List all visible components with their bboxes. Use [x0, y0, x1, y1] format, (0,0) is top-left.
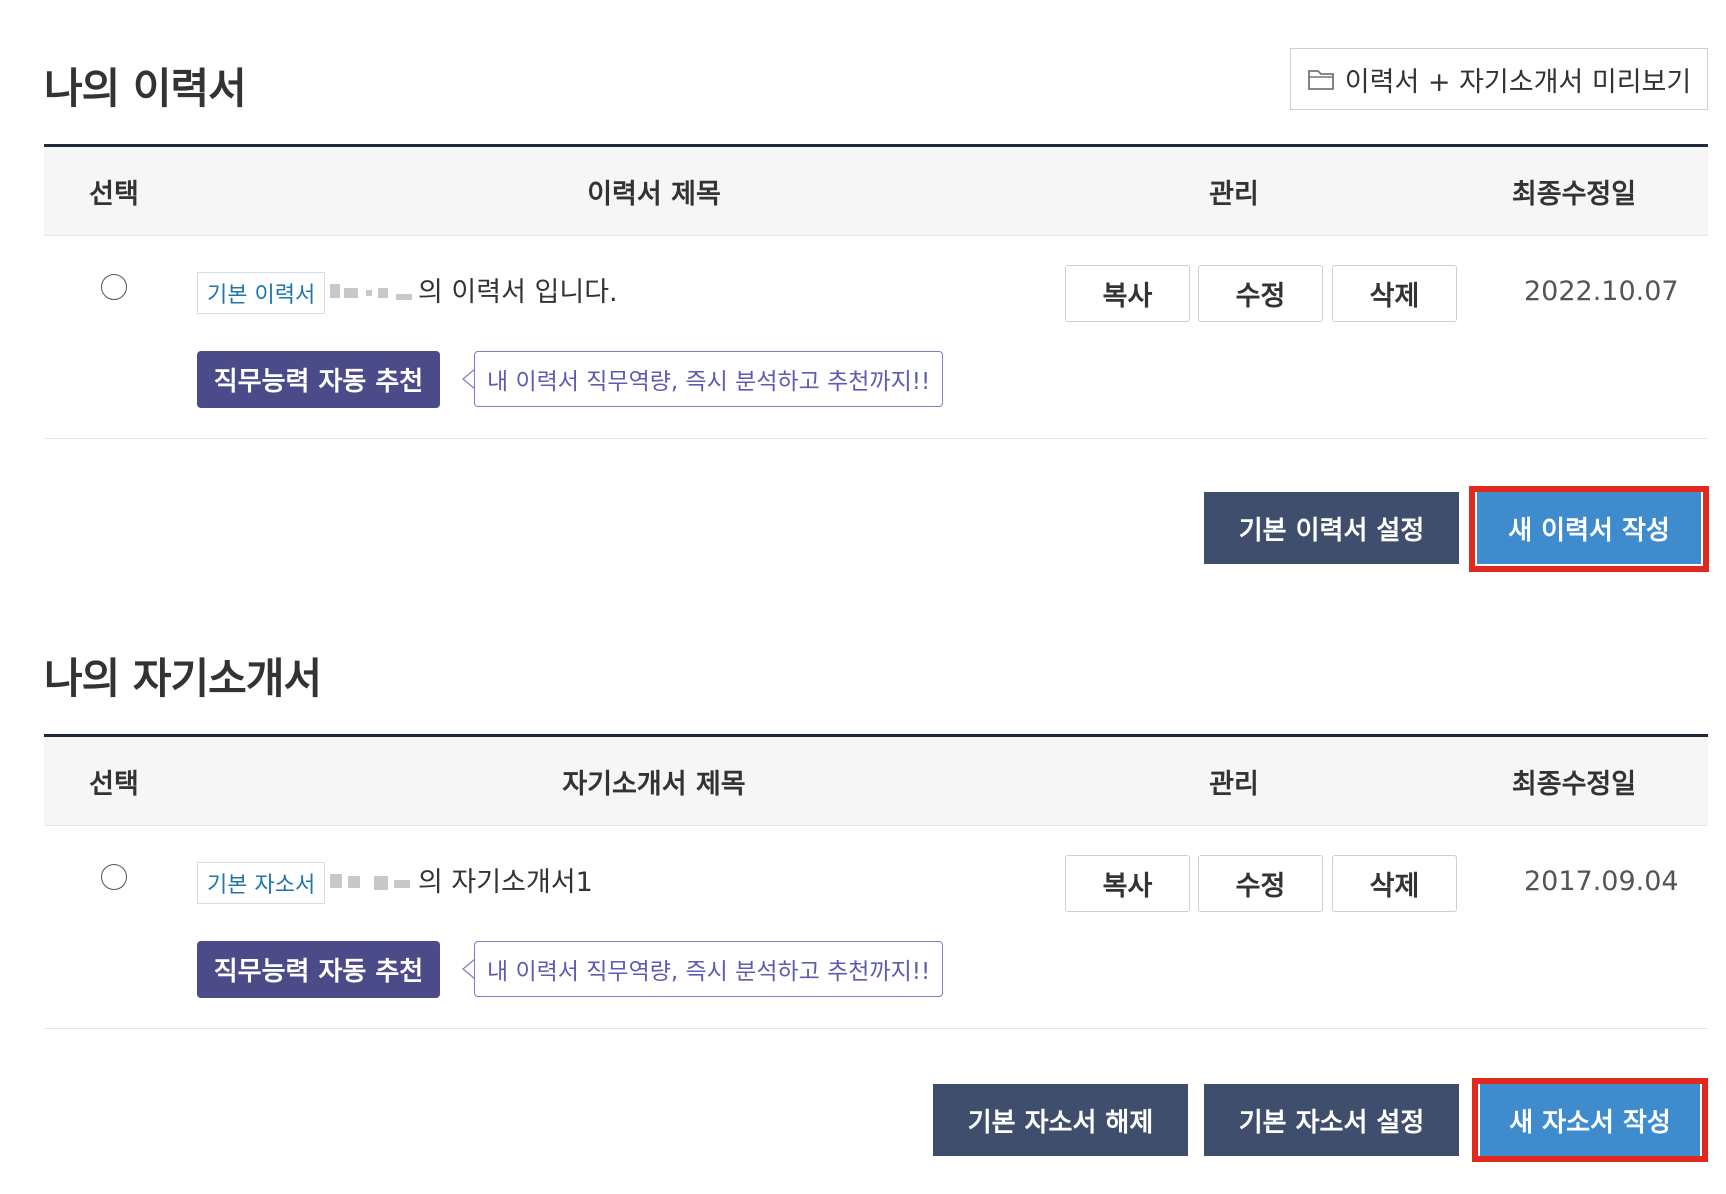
table-row: 기본 자소서 의 자기소개서1 복사 수정 삭제 2017.09.04 직무능력…: [44, 826, 1708, 1029]
delete-button[interactable]: 삭제: [1332, 855, 1457, 912]
default-resume-tag: 기본 이력서: [197, 272, 326, 314]
job-skill-recommend-button[interactable]: 직무능력 자동 추천: [197, 941, 440, 998]
set-default-cover-button[interactable]: 기본 자소서 설정: [1204, 1084, 1459, 1156]
new-resume-button[interactable]: 새 이력서 작성: [1477, 492, 1701, 564]
cover-section-title: 나의 자기소개서: [44, 654, 322, 703]
preview-button[interactable]: 이력서 + 자기소개서 미리보기: [1290, 48, 1708, 110]
copy-button[interactable]: 복사: [1065, 855, 1190, 912]
new-cover-button[interactable]: 새 자소서 작성: [1480, 1084, 1700, 1156]
resume-table-header: 선택 이력서 제목 관리 최종수정일: [44, 144, 1708, 236]
recommend-tooltip: 내 이력서 직무역량, 즉시 분석하고 추천까지!!: [474, 941, 944, 997]
preview-button-label: 이력서 + 자기소개서 미리보기: [1344, 66, 1692, 98]
redacted-name: [326, 278, 418, 308]
header-select: 선택: [89, 768, 139, 800]
select-radio[interactable]: [101, 864, 127, 890]
resume-section-title: 나의 이력서: [44, 64, 247, 113]
default-cover-tag: 기본 자소서: [197, 862, 326, 904]
modified-date: 2022.10.07: [1524, 276, 1679, 307]
header-title: 자기소개서 제목: [562, 768, 746, 800]
resume-table: 선택 이력서 제목 관리 최종수정일 기본 이력서 의 이력서 입니다. 복사 …: [44, 144, 1708, 439]
cover-title[interactable]: 의 자기소개서1: [418, 864, 593, 902]
copy-button[interactable]: 복사: [1065, 265, 1190, 322]
resume-title[interactable]: 의 이력서 입니다.: [418, 274, 618, 312]
redacted-name: [326, 868, 418, 898]
unset-default-cover-button[interactable]: 기본 자소서 해제: [933, 1084, 1188, 1156]
cover-letter-section: 나의 자기소개서 선택 자기소개서 제목 관리 최종수정일 기본 자소서 의 자…: [44, 590, 1708, 1190]
delete-button[interactable]: 삭제: [1332, 265, 1457, 322]
header-select: 선택: [89, 178, 139, 210]
cover-table: 선택 자기소개서 제목 관리 최종수정일 기본 자소서 의 자기소개서1 복사 …: [44, 734, 1708, 1029]
folder-icon: [1307, 70, 1334, 90]
header-modified: 최종수정일: [1511, 768, 1637, 800]
edit-button[interactable]: 수정: [1198, 265, 1323, 322]
edit-button[interactable]: 수정: [1198, 855, 1323, 912]
resume-section: 나의 이력서 이력서 + 자기소개서 미리보기 선택 이력서 제목 관리 최종수…: [44, 0, 1709, 590]
cover-table-header: 선택 자기소개서 제목 관리 최종수정일: [44, 734, 1708, 826]
set-default-resume-button[interactable]: 기본 이력서 설정: [1204, 492, 1459, 564]
header-modified: 최종수정일: [1511, 178, 1637, 210]
table-row: 기본 이력서 의 이력서 입니다. 복사 수정 삭제 2022.10.07 직무…: [44, 236, 1708, 439]
header-manage: 관리: [1209, 768, 1259, 800]
select-radio[interactable]: [101, 274, 127, 300]
job-skill-recommend-button[interactable]: 직무능력 자동 추천: [197, 351, 440, 408]
header-title: 이력서 제목: [587, 178, 721, 210]
header-manage: 관리: [1209, 178, 1259, 210]
modified-date: 2017.09.04: [1524, 866, 1679, 897]
recommend-tooltip: 내 이력서 직무역량, 즉시 분석하고 추천까지!!: [474, 351, 944, 407]
